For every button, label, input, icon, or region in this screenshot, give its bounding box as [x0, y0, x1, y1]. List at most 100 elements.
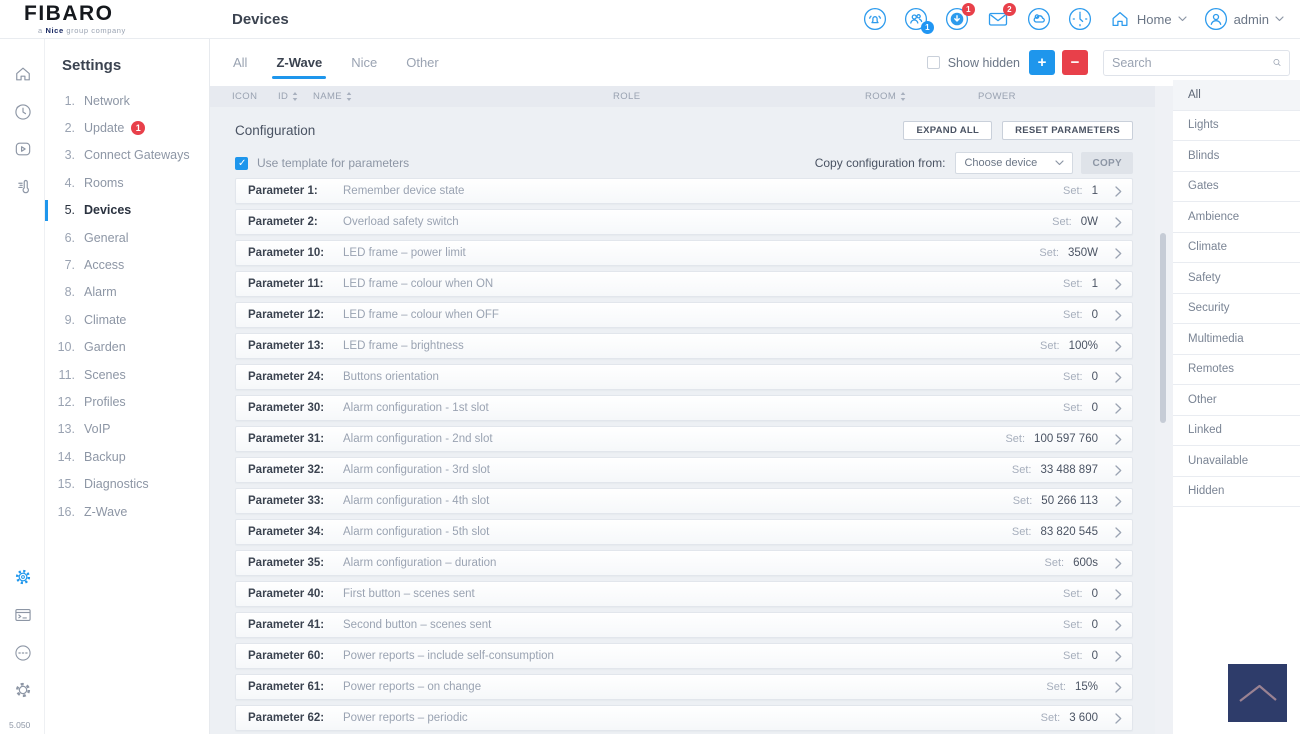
home-selector[interactable]: Home: [1109, 8, 1187, 30]
table-column-header[interactable]: ICON: [232, 91, 278, 102]
table-column-header[interactable]: ROLE: [613, 91, 865, 102]
add-device-button[interactable]: +: [1029, 50, 1055, 75]
parameter-row[interactable]: Parameter 60: Power reports – include se…: [235, 643, 1133, 669]
sidebar-item[interactable]: 2. Update 1: [45, 114, 209, 141]
sidebar-item[interactable]: 11. Scenes: [45, 361, 209, 388]
sidebar-item-label: Network: [84, 93, 130, 108]
device-tab[interactable]: Other: [406, 39, 439, 86]
parameter-description: Alarm configuration - 1st slot: [343, 402, 489, 414]
sidebar-item-number: 15.: [57, 477, 75, 492]
category-filter-item[interactable]: Multimedia: [1173, 324, 1300, 355]
scrollbar-thumb[interactable]: [1160, 233, 1166, 423]
show-hidden-checkbox[interactable]: [926, 56, 940, 69]
category-filter-item[interactable]: Ambience: [1173, 202, 1300, 233]
system-gear-icon[interactable]: [13, 680, 33, 700]
sidebar-item[interactable]: 3. Connect Gateways: [45, 142, 209, 169]
use-template-checkbox[interactable]: [235, 156, 248, 170]
copy-button[interactable]: COPY: [1081, 152, 1133, 174]
parameter-row[interactable]: Parameter 24: Buttons orientation Set: 0: [235, 364, 1133, 390]
parameter-description: LED frame – brightness: [343, 340, 464, 352]
sidebar-item[interactable]: 6. General: [45, 224, 209, 251]
sidebar-item-number: 5.: [64, 203, 75, 218]
messages-icon[interactable]: 2: [986, 3, 1016, 31]
sidebar-item[interactable]: 1. Network: [45, 87, 209, 114]
category-filter-item[interactable]: Unavailable: [1173, 446, 1300, 477]
climate-icon[interactable]: [13, 177, 33, 197]
parameter-row[interactable]: Parameter 1: Remember device state Set: …: [235, 178, 1133, 204]
category-filter-item[interactable]: Other: [1173, 385, 1300, 416]
sidebar-item-label: Diagnostics: [84, 477, 149, 492]
sidebar-item[interactable]: 16. Z-Wave: [45, 498, 209, 525]
category-filter-item[interactable]: Safety: [1173, 263, 1300, 294]
category-filter-item[interactable]: Linked: [1173, 416, 1300, 446]
table-column-header[interactable]: ID: [278, 91, 313, 102]
weather-icon[interactable]: [1027, 7, 1051, 31]
parameter-row[interactable]: Parameter 11: LED frame – colour when ON…: [235, 271, 1133, 297]
parameter-row[interactable]: Parameter 41: Second button – scenes sen…: [235, 612, 1133, 638]
category-filter-item[interactable]: Remotes: [1173, 355, 1300, 385]
category-filter-item[interactable]: All: [1173, 80, 1300, 111]
parameter-row[interactable]: Parameter 13: LED frame – brightness Set…: [235, 333, 1133, 359]
sidebar-item[interactable]: 15. Diagnostics: [45, 470, 209, 497]
choose-device-select[interactable]: Choose device: [955, 152, 1074, 174]
clock-icon[interactable]: [1068, 7, 1092, 31]
parameter-name: Parameter 41:: [248, 619, 325, 631]
chevron-right-icon: [1098, 712, 1122, 724]
users-icon[interactable]: 1: [904, 7, 934, 34]
parameter-row[interactable]: Parameter 62: Power reports – periodic S…: [235, 705, 1133, 731]
category-filter-item[interactable]: Blinds: [1173, 141, 1300, 172]
scrollbar-track[interactable]: [1155, 86, 1173, 734]
sidebar-item[interactable]: 12. Profiles: [45, 388, 209, 415]
category-filter-item[interactable]: Lights: [1173, 111, 1300, 141]
home-nav-icon[interactable]: [13, 64, 33, 84]
sidebar-item[interactable]: 9. Climate: [45, 306, 209, 333]
configuration-panel: Configuration EXPAND ALL RESET PARAMETER…: [210, 107, 1155, 734]
sidebar-item[interactable]: 13. VoIP: [45, 416, 209, 443]
sidebar-item-number: 4.: [64, 175, 75, 190]
parameter-row[interactable]: Parameter 35: Alarm configuration – dura…: [235, 550, 1133, 576]
search-input[interactable]: [1112, 55, 1273, 70]
settings-gear-icon[interactable]: [13, 567, 33, 587]
sidebar-item-number: 3.: [64, 148, 75, 163]
table-column-header[interactable]: ROOM: [865, 91, 978, 102]
sidebar-item[interactable]: 4. Rooms: [45, 169, 209, 196]
network-icon[interactable]: [13, 643, 33, 663]
category-filter-item[interactable]: Climate: [1173, 233, 1300, 263]
parameter-row[interactable]: Parameter 31: Alarm configuration - 2nd …: [235, 426, 1133, 452]
sidebar-item[interactable]: 14. Backup: [45, 443, 209, 470]
parameter-row[interactable]: Parameter 12: LED frame – colour when OF…: [235, 302, 1133, 328]
console-icon[interactable]: [13, 605, 33, 625]
history-icon[interactable]: [13, 102, 33, 122]
parameter-row[interactable]: Parameter 33: Alarm configuration - 4th …: [235, 488, 1133, 514]
table-column-header[interactable]: POWER: [978, 91, 1016, 102]
parameter-row[interactable]: Parameter 10: LED frame – power limit Se…: [235, 240, 1133, 266]
sidebar-item[interactable]: 8. Alarm: [45, 279, 209, 306]
alarm-icon[interactable]: [863, 7, 887, 31]
parameter-row[interactable]: Parameter 32: Alarm configuration - 3rd …: [235, 457, 1133, 483]
parameter-row[interactable]: Parameter 40: First button – scenes sent…: [235, 581, 1133, 607]
category-label: Safety: [1188, 271, 1221, 284]
parameter-name: Parameter 34:: [248, 526, 325, 538]
parameter-row[interactable]: Parameter 34: Alarm configuration - 5th …: [235, 519, 1133, 545]
device-tab[interactable]: All: [233, 39, 247, 86]
media-icon[interactable]: [13, 139, 33, 159]
table-column-header[interactable]: NAME: [313, 91, 613, 102]
parameter-row[interactable]: Parameter 30: Alarm configuration - 1st …: [235, 395, 1133, 421]
category-filter-item[interactable]: Hidden: [1173, 477, 1300, 507]
expand-all-button[interactable]: EXPAND ALL: [903, 120, 993, 140]
category-filter-item[interactable]: Gates: [1173, 172, 1300, 202]
category-filter-item[interactable]: Security: [1173, 294, 1300, 324]
user-selector[interactable]: admin: [1204, 7, 1284, 31]
scroll-top-button[interactable]: [1228, 664, 1287, 722]
remove-device-button[interactable]: −: [1062, 50, 1088, 75]
sidebar-item[interactable]: 10. Garden: [45, 334, 209, 361]
device-tab[interactable]: Z-Wave: [272, 39, 326, 86]
sidebar-item[interactable]: 5. Devices: [45, 197, 209, 224]
parameter-row[interactable]: Parameter 2: Overload safety switch Set:…: [235, 209, 1133, 235]
parameter-row[interactable]: Parameter 61: Power reports – on change …: [235, 674, 1133, 700]
reset-parameters-button[interactable]: RESET PARAMETERS: [1002, 120, 1133, 140]
sidebar-item-label: Access: [84, 258, 125, 273]
device-tab[interactable]: Nice: [351, 39, 377, 86]
sidebar-item[interactable]: 7. Access: [45, 251, 209, 278]
update-icon[interactable]: 1: [945, 3, 975, 31]
